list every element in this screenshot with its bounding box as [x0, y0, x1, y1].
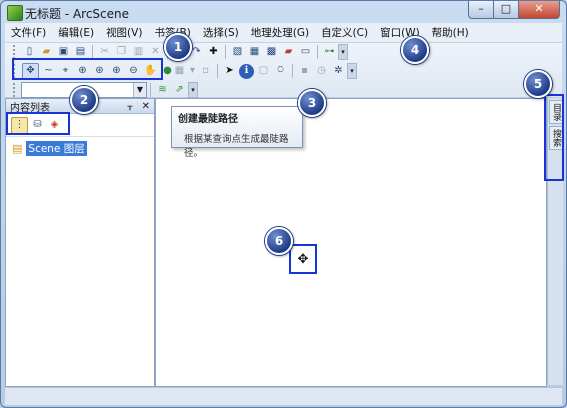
- toc-close-icon[interactable]: ✕: [142, 101, 150, 112]
- navigate-cursor-box: ✥: [289, 244, 317, 274]
- toc-tools-highlight-box: [6, 112, 70, 135]
- separator: [225, 45, 226, 59]
- toolbar-grip[interactable]: [13, 83, 18, 97]
- identify-icon[interactable]: ℹ: [239, 63, 254, 79]
- dropdown-arrow-icon[interactable]: ▾: [189, 64, 196, 79]
- dock-highlight-box: [544, 94, 564, 181]
- separator: [292, 64, 293, 78]
- status-bar: [5, 387, 562, 405]
- scene-properties-icon[interactable]: ▧: [230, 45, 245, 60]
- create-steepest-path-icon[interactable]: ⇗: [172, 83, 187, 98]
- window-title: 无标题 - ArcScene: [25, 7, 130, 21]
- animation-icon[interactable]: ✲: [331, 64, 346, 79]
- steepest-path-tooltip: 创建最陡路径 根据某查询点生成最陡路径。: [171, 106, 303, 159]
- layers-icon: ▤: [12, 142, 23, 155]
- callout-2: 2: [70, 86, 98, 114]
- find-binoculars-icon[interactable]: ⍥: [273, 64, 288, 79]
- pin-icon[interactable]: ᚁ: [127, 101, 132, 112]
- chevron-down-icon[interactable]: ▼: [133, 83, 146, 97]
- callout-5: 5: [524, 70, 552, 98]
- toolbar-overflow-icon[interactable]: ▾: [347, 63, 357, 79]
- title-bar: 无标题 - ArcScene – □ ✕: [1, 1, 566, 23]
- window-controls: – □ ✕: [468, 1, 560, 19]
- menu-file[interactable]: 文件(F): [5, 25, 52, 40]
- menu-geoprocessing[interactable]: 地理处理(G): [245, 25, 315, 40]
- catalog-icon[interactable]: ▩: [264, 45, 279, 60]
- callout-6: 6: [265, 227, 293, 255]
- menu-edit[interactable]: 编辑(E): [52, 25, 100, 40]
- minimize-button[interactable]: –: [468, 1, 494, 19]
- python-window-icon[interactable]: ▭: [298, 45, 313, 60]
- tooltip-title: 创建最陡路径: [178, 114, 238, 125]
- menu-bar: 文件(F) 编辑(E) 视图(V) 书签(B) 选择(S) 地理处理(G) 自定…: [5, 23, 562, 43]
- separator: [317, 45, 318, 59]
- callout-1: 1: [164, 33, 192, 61]
- menu-view[interactable]: 视图(V): [100, 25, 148, 40]
- clear-selection-icon[interactable]: ▫: [198, 64, 213, 79]
- modelbuilder-icon[interactable]: ⊶: [322, 45, 337, 60]
- menu-customize[interactable]: 自定义(C): [315, 25, 374, 40]
- table-of-contents-panel: 内容列表 ᚁ ✕ ⋮ ⛁ ◈ ▤ Scene 图层: [5, 98, 155, 387]
- navigate-cursor-icon: ✥: [297, 251, 309, 267]
- separator: [217, 64, 218, 78]
- steepest-path-icon[interactable]: ≋: [155, 83, 170, 98]
- time-slider-icon[interactable]: ◷: [314, 64, 329, 79]
- scene-layer-label[interactable]: Scene 图层: [26, 141, 87, 156]
- callout-3: 3: [298, 89, 326, 117]
- arctoolbox-icon[interactable]: ▰: [281, 45, 296, 60]
- add-data-icon[interactable]: ✚: [206, 45, 221, 60]
- menu-help[interactable]: 帮助(H): [426, 25, 475, 40]
- toolbar-overflow-icon[interactable]: ▾: [338, 44, 348, 60]
- measure-icon[interactable]: ▪: [297, 64, 312, 79]
- arcscene-app-icon: [7, 5, 23, 21]
- toolbar-grip[interactable]: [13, 45, 18, 59]
- toc-header-controls: ᚁ ✕: [127, 101, 150, 112]
- table-of-contents-icon[interactable]: ▦: [247, 45, 262, 60]
- maximize-button[interactable]: □: [494, 1, 519, 19]
- select-features-icon[interactable]: ▦: [172, 64, 187, 79]
- separator: [92, 45, 93, 59]
- scene-layer-row[interactable]: ▤ Scene 图层: [6, 137, 154, 156]
- menu-selection[interactable]: 选择(S): [197, 25, 245, 40]
- select-elements-icon[interactable]: ➤: [222, 64, 237, 79]
- html-popup-icon[interactable]: ▢: [256, 64, 271, 79]
- selection-toolbar: ▦ ▾ ▫ ➤ ℹ ▢ ⍥ ▪ ◷ ✲ ▾: [171, 62, 357, 80]
- toolbar-overflow-icon[interactable]: ▾: [188, 82, 198, 98]
- separator: [150, 83, 151, 97]
- close-button[interactable]: ✕: [519, 1, 560, 19]
- callout-4: 4: [401, 36, 429, 64]
- 3d-analyst-toolbar: ▼ ≋ ⇗ ▾: [13, 81, 198, 99]
- tools-highlight-box: [12, 58, 163, 80]
- tooltip-description: 根据某查询点生成最陡路径。: [184, 134, 289, 159]
